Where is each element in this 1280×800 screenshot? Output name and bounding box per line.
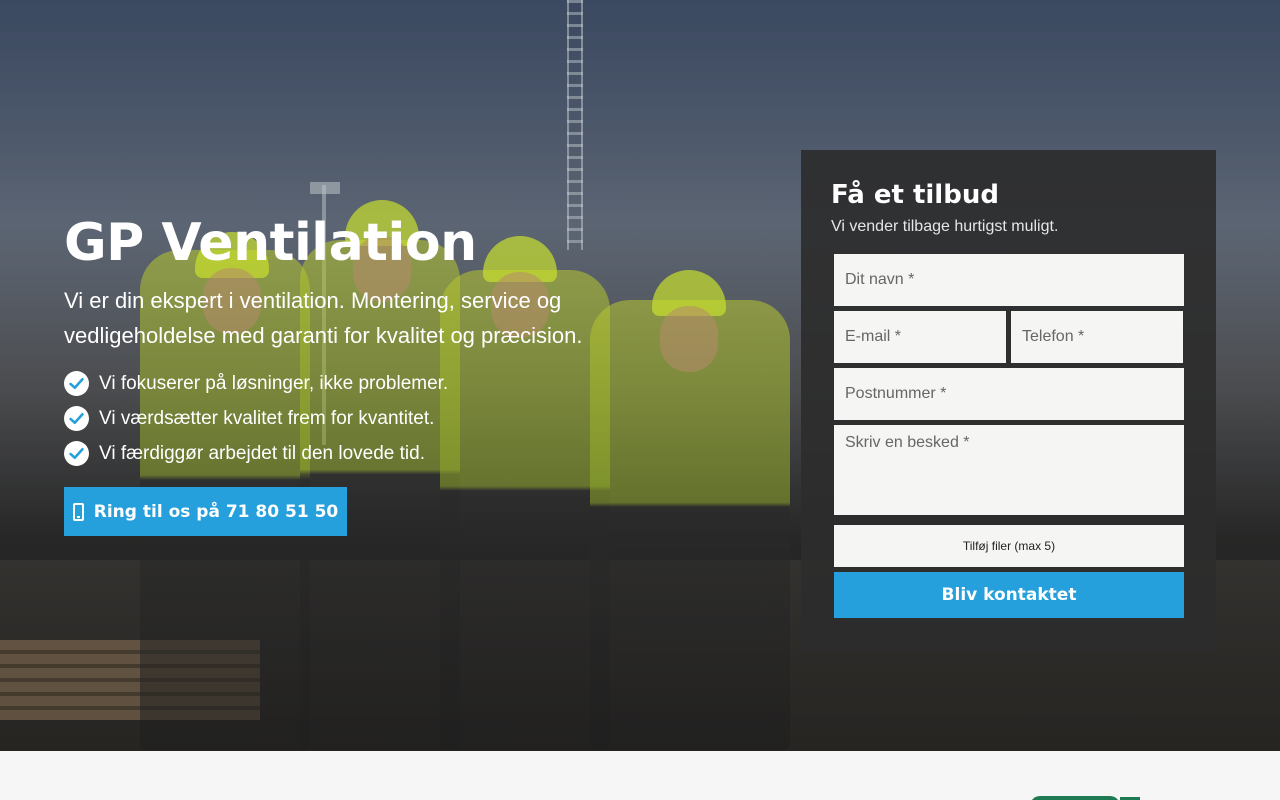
phone-input[interactable] bbox=[1011, 311, 1183, 363]
feature-item: Vi færdiggør arbejdet til den lovede tid… bbox=[64, 436, 448, 471]
logo-partial bbox=[1030, 796, 1120, 800]
call-button[interactable]: Ring til os på 71 80 51 50 bbox=[64, 487, 347, 536]
check-circle-icon bbox=[64, 406, 89, 431]
feature-item: Vi værdsætter kvalitet frem for kvantite… bbox=[64, 401, 448, 436]
add-files-label: Tilføj filer (max 5) bbox=[962, 539, 1056, 553]
zip-input[interactable] bbox=[834, 368, 1184, 420]
form-title: Få et tilbud bbox=[831, 180, 999, 210]
call-button-label: Ring til os på 71 80 51 50 bbox=[93, 501, 339, 522]
feature-text: Vi værdsætter kvalitet frem for kvantite… bbox=[99, 407, 435, 429]
hero-subtitle: Vi er din ekspert i ventilation. Monteri… bbox=[64, 288, 583, 348]
feature-list: Vi fokuserer på løsninger, ikke probleme… bbox=[64, 366, 448, 471]
hero-section: GP Ventilation Vi er din ekspert i venti… bbox=[0, 0, 1280, 751]
feature-item: Vi fokuserer på løsninger, ikke probleme… bbox=[64, 366, 448, 401]
next-section bbox=[0, 751, 1280, 800]
quote-form: Få et tilbud Vi vender tilbage hurtigst … bbox=[801, 150, 1216, 651]
message-textarea[interactable] bbox=[834, 425, 1184, 515]
page-title: GP Ventilation bbox=[64, 213, 477, 273]
check-circle-icon bbox=[64, 441, 89, 466]
name-input[interactable] bbox=[834, 254, 1184, 306]
face-decoration bbox=[660, 306, 718, 372]
mobile-phone-icon bbox=[72, 502, 84, 521]
submit-button[interactable]: Bliv kontaktet bbox=[834, 572, 1184, 618]
form-subtitle: Vi vender tilbage hurtigst muligt. bbox=[831, 218, 1059, 235]
feature-text: Vi færdiggør arbejdet til den lovede tid… bbox=[99, 442, 425, 464]
email-input[interactable] bbox=[834, 311, 1006, 363]
feature-text: Vi fokuserer på løsninger, ikke probleme… bbox=[99, 372, 449, 394]
check-circle-icon bbox=[64, 371, 89, 396]
add-files-button[interactable]: Tilføj filer (max 5) bbox=[834, 525, 1184, 567]
radio-mast-decoration bbox=[567, 0, 583, 250]
